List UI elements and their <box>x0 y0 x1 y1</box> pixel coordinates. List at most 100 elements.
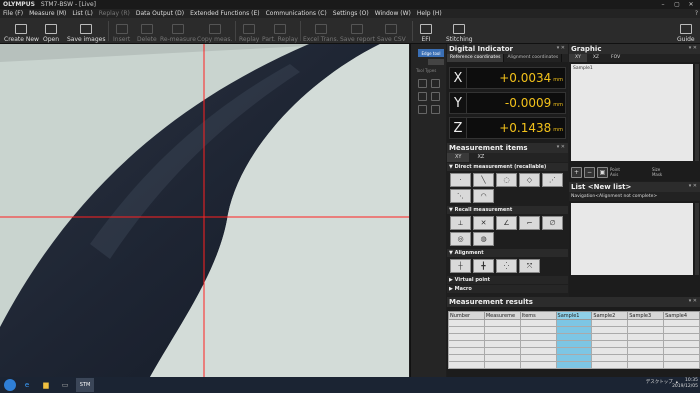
edge-tool-icon[interactable] <box>418 79 427 88</box>
table-row[interactable] <box>448 361 700 369</box>
column-number[interactable]: Number <box>448 311 485 320</box>
fit-view-icon[interactable]: ▣ <box>597 166 608 178</box>
section-direct-measurement[interactable]: ▼ Direct measurement (recallable) <box>447 163 568 171</box>
tab-xz[interactable]: XZ <box>587 54 605 62</box>
start-icon[interactable] <box>4 379 16 391</box>
stitching-button[interactable]: Stitching <box>446 19 473 43</box>
tab-fov[interactable]: FOV <box>605 54 626 62</box>
circle-measure-button[interactable]: ◌ <box>496 173 517 187</box>
scrollbar[interactable] <box>695 203 699 275</box>
align-axis-button[interactable]: ╋ <box>473 259 494 273</box>
edge-tool-icon[interactable] <box>418 105 427 114</box>
tangent-button[interactable]: ∠ <box>496 216 517 230</box>
zoom-in-icon[interactable]: + <box>571 166 582 178</box>
edge-tool-icon[interactable] <box>431 92 440 101</box>
intersection-button[interactable]: ✕ <box>473 216 494 230</box>
table-row[interactable] <box>448 326 700 334</box>
section-macro[interactable]: ▶ Macro <box>447 285 568 293</box>
section-virtual-point[interactable]: ▶ Virtual point <box>447 276 568 284</box>
folder-icon[interactable]: ▆ <box>38 378 54 392</box>
align-rotate-button[interactable]: ⤧ <box>519 259 540 273</box>
section-alignment[interactable]: ▼ Alignment <box>447 249 568 257</box>
save-report-button[interactable]: Save report <box>340 19 375 43</box>
menu-list[interactable]: List (L) <box>69 10 95 17</box>
replay-button[interactable]: Replay <box>239 19 259 43</box>
table-row[interactable] <box>448 319 700 327</box>
edge-tool-icon[interactable] <box>418 92 427 101</box>
close-icon[interactable]: ✕ <box>684 0 698 9</box>
angle-measure-button[interactable]: ⟂ <box>450 216 471 230</box>
pin-icon[interactable]: ▾ ✕ <box>689 298 697 304</box>
save-images-button[interactable]: Save images <box>67 19 105 43</box>
tab-xz[interactable]: XZ <box>469 153 492 162</box>
remeasure-button[interactable]: Re-measure <box>160 19 196 43</box>
help-icon[interactable]: ? <box>695 10 698 17</box>
pin-icon[interactable]: ▾ ✕ <box>689 45 697 51</box>
menu-measure[interactable]: Measure (M) <box>26 10 69 17</box>
live-camera-view[interactable] <box>0 44 409 377</box>
column-items[interactable]: Items <box>519 311 557 320</box>
save-csv-button[interactable]: Save CSV <box>377 19 406 43</box>
part-replay-button[interactable]: Part. Replay <box>262 19 298 43</box>
table-row[interactable] <box>448 347 700 355</box>
clock[interactable]: 10:35 2019/12/05 <box>672 378 698 390</box>
edge-tool-tab[interactable]: Edge tool <box>418 49 444 57</box>
table-row[interactable] <box>448 333 700 341</box>
menu-help[interactable]: Help (H) <box>414 10 445 17</box>
line-fit-button[interactable]: ⋱ <box>450 189 471 203</box>
menu-communications[interactable]: Communications (C) <box>263 10 330 17</box>
menu-window[interactable]: Window (W) <box>372 10 414 17</box>
graphic-canvas[interactable]: Sample1 <box>571 64 693 161</box>
edge-tool-icon[interactable] <box>431 79 440 88</box>
arc-measure-button[interactable]: ◠ <box>473 189 494 203</box>
maximize-icon[interactable]: ▢ <box>670 0 684 9</box>
column-measurement[interactable]: Measureme <box>483 311 521 320</box>
pin-icon[interactable]: ▾ ✕ <box>689 183 697 189</box>
results-table[interactable]: Number Measureme Items Sample1 Sample2 S… <box>448 311 700 369</box>
copy-meas-button[interactable]: Copy meas. <box>197 19 232 43</box>
align-points-button[interactable]: ⁛ <box>496 259 517 273</box>
align-origin-button[interactable]: ┼ <box>450 259 471 273</box>
desktop-label[interactable]: デスクトップ <box>646 379 673 385</box>
guide-button[interactable]: Guide <box>677 19 695 43</box>
point-measure-button[interactable]: · <box>450 173 471 187</box>
open-button[interactable]: Open <box>43 19 59 43</box>
window-icon[interactable]: ▭ <box>57 378 73 392</box>
menu-settings[interactable]: Settings (O) <box>330 10 372 17</box>
column-sample1[interactable]: Sample1 <box>555 311 593 320</box>
taskbar-app-button[interactable]: STM <box>76 378 94 392</box>
step-measure-button[interactable]: ⌐ <box>519 216 540 230</box>
menu-extended-functions[interactable]: Extended Functions (E) <box>187 10 262 17</box>
table-row[interactable] <box>448 340 700 348</box>
circle-3pt-button[interactable]: ◇ <box>519 173 540 187</box>
column-sample4[interactable]: Sample4 <box>663 311 700 320</box>
tool-settings-button[interactable] <box>428 59 444 65</box>
column-sample3[interactable]: Sample3 <box>627 311 665 320</box>
delete-button[interactable]: Delete <box>137 19 157 43</box>
table-row[interactable] <box>448 354 700 362</box>
circle-recall-button[interactable]: ◎ <box>450 232 471 246</box>
tab-reference-coordinates[interactable]: Reference coordinates <box>447 54 505 62</box>
circle-tangent-button[interactable]: ◍ <box>473 232 494 246</box>
pin-icon[interactable]: ▾ ✕ <box>557 45 565 51</box>
tab-xy[interactable]: XY <box>447 153 470 162</box>
menu-file[interactable]: File (F) <box>0 10 26 17</box>
insert-button[interactable]: Insert <box>113 19 130 43</box>
diameter-button[interactable]: ∅ <box>542 216 563 230</box>
section-recall-measurement[interactable]: ▼ Recall measurement <box>447 206 568 214</box>
menu-replay[interactable]: Replay (R) <box>96 10 133 17</box>
browser-icon[interactable]: e <box>19 378 35 392</box>
edge-tool-icon[interactable] <box>431 105 440 114</box>
line-measure-button[interactable]: ╲ <box>473 173 494 187</box>
excel-trans-button[interactable]: Excel Trans. <box>303 19 339 43</box>
list-canvas[interactable] <box>571 203 693 275</box>
create-new-button[interactable]: Create New <box>4 19 39 43</box>
zoom-out-icon[interactable]: − <box>584 166 595 178</box>
distance-measure-button[interactable]: ⋰ <box>542 173 563 187</box>
efi-button[interactable]: EFI <box>420 19 432 43</box>
menu-data-output[interactable]: Data Output (D) <box>133 10 187 17</box>
scrollbar[interactable] <box>695 64 699 161</box>
tab-xy[interactable]: XY <box>569 54 587 62</box>
minimize-icon[interactable]: – <box>656 0 670 9</box>
column-sample2[interactable]: Sample2 <box>591 311 629 320</box>
